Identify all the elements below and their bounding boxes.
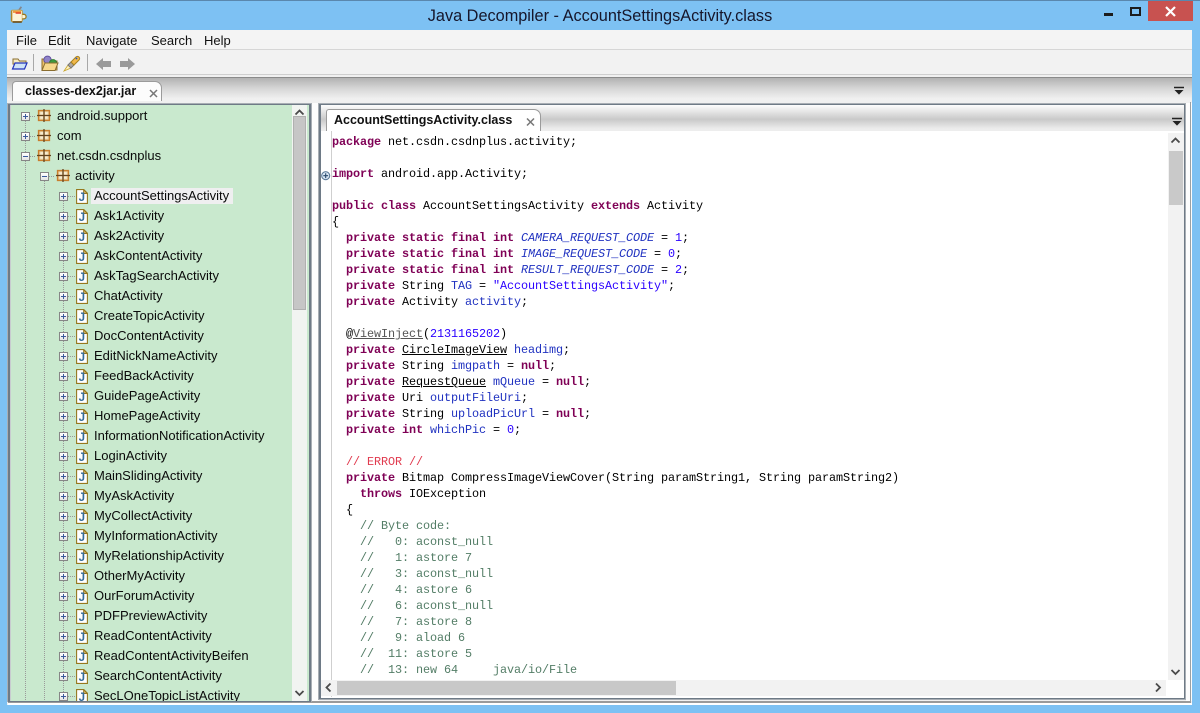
svg-text:J: J [79,612,85,624]
svg-text:J: J [79,352,85,364]
svg-text:J: J [79,672,85,684]
svg-text:J: J [79,472,85,484]
svg-text:J: J [79,652,85,664]
svg-text:J: J [79,512,85,524]
svg-text:J: J [79,212,85,224]
svg-text:J: J [79,592,85,604]
svg-text:J: J [79,452,85,464]
svg-text:J: J [79,372,85,384]
svg-text:J: J [79,332,85,344]
svg-text:J: J [79,272,85,284]
svg-text:J: J [79,412,85,424]
svg-text:J: J [79,392,85,404]
svg-text:J: J [79,692,85,701]
svg-text:J: J [79,192,85,204]
svg-text:J: J [79,572,85,584]
svg-text:J: J [79,632,85,644]
svg-text:J: J [79,492,85,504]
svg-text:J: J [79,552,85,564]
svg-text:J: J [79,532,85,544]
svg-text:J: J [79,292,85,304]
svg-text:J: J [79,252,85,264]
svg-text:J: J [79,312,85,324]
svg-text:J: J [79,232,85,244]
svg-text:J: J [79,432,85,444]
